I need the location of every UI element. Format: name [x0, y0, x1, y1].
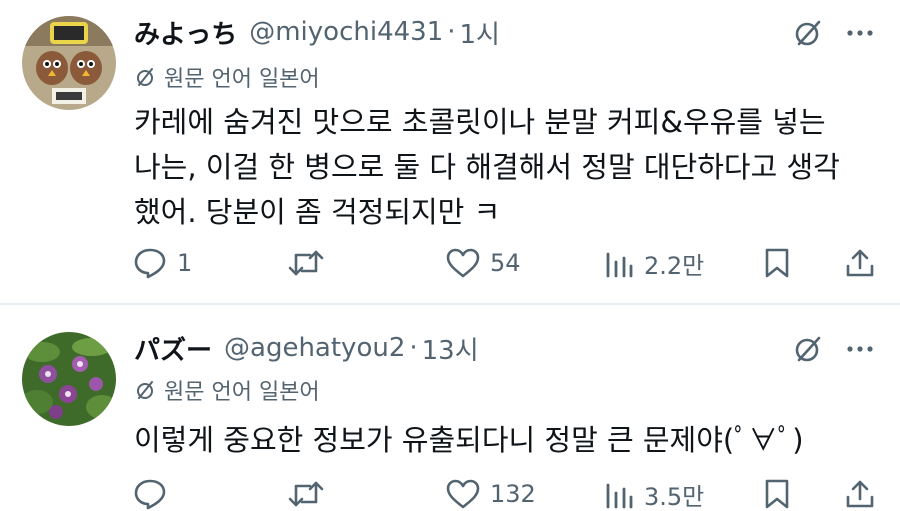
like-count: 54 [490, 249, 521, 277]
views-count: 3.5만 [644, 482, 705, 511]
like-count: 132 [490, 480, 536, 508]
reply-icon [134, 479, 166, 510]
reply-button[interactable]: 1 [133, 243, 192, 283]
post-header: パズー @agehatyou2 · 13시 [134, 328, 479, 368]
like-icon [446, 479, 480, 509]
views-button[interactable]: 2.2만 [604, 243, 704, 283]
more-button[interactable] [840, 15, 880, 51]
post-text-line: 이렇게 중요한 정보가 유출되다니 정말 큰 문제야(ﾟ∀ﾟ) [134, 423, 804, 457]
bookmark-icon [765, 479, 789, 509]
action-bar: 132 3.5만 [0, 474, 900, 511]
more-icon [847, 346, 873, 352]
share-button[interactable] [845, 243, 875, 283]
display-name[interactable]: みよっち [134, 14, 237, 51]
share-icon [846, 249, 874, 277]
reply-count: 1 [177, 249, 193, 277]
bookmark-icon [765, 248, 789, 278]
avatar[interactable] [22, 332, 116, 426]
post[interactable]: みよっち @miyochi4431 · 1시 원문 언어 일본어 카레에 숨겨진… [0, 0, 900, 302]
views-count: 2.2만 [644, 251, 705, 280]
post[interactable]: パズー @agehatyou2 · 13시 원문 언어 일본어 이렇게 중요한 … [0, 306, 900, 511]
translation-notice[interactable]: 원문 언어 일본어 [134, 373, 320, 407]
grok-button[interactable] [790, 331, 826, 367]
divider [0, 303, 900, 305]
more-icon [847, 30, 873, 36]
views-button[interactable]: 3.5만 [604, 474, 704, 511]
post-text-line: 카레에 숨겨진 맛으로 초콜릿이나 분말 커피&우유를 넣는 [134, 105, 826, 139]
avatar[interactable] [22, 16, 116, 110]
post-time[interactable]: 13시 [422, 330, 479, 367]
views-icon [606, 483, 633, 509]
translation-label: 원문 언어 일본어 [164, 380, 320, 405]
post-time[interactable]: 1시 [460, 14, 500, 51]
separator: · [447, 17, 456, 47]
post-text: 카레에 숨겨진 맛으로 초콜릿이나 분말 커피&우유를 넣는 나는, 이걸 한 … [134, 100, 874, 235]
user-handle[interactable]: @agehatyou2 [224, 333, 405, 363]
like-icon [446, 248, 480, 278]
share-button[interactable] [845, 474, 875, 511]
translate-icon [137, 68, 153, 86]
user-handle[interactable]: @miyochi4431 [249, 17, 443, 47]
grok-button[interactable] [790, 15, 826, 51]
bookmark-button[interactable] [762, 474, 792, 511]
translate-icon [137, 381, 153, 399]
translation-notice[interactable]: 원문 언어 일본어 [134, 60, 320, 94]
reply-icon [134, 248, 166, 279]
retweet-button[interactable] [288, 243, 334, 283]
translation-label: 원문 언어 일본어 [164, 67, 320, 92]
like-button[interactable]: 132 [446, 474, 536, 511]
more-button[interactable] [840, 331, 880, 367]
retweet-icon [288, 250, 324, 276]
display-name[interactable]: パズー [134, 330, 212, 367]
like-button[interactable]: 54 [446, 243, 521, 283]
grok-icon [795, 20, 821, 46]
grok-icon [795, 336, 821, 362]
action-bar: 1 54 2.2만 [0, 243, 900, 283]
share-icon [846, 480, 874, 508]
post-text-line: 했어. 당분이 좀 걱정되지만 ㅋ [134, 195, 501, 229]
bookmark-button[interactable] [762, 243, 792, 283]
retweet-button[interactable] [288, 474, 334, 511]
post-header: みよっち @miyochi4431 · 1시 [134, 12, 500, 52]
post-text-line: 나는, 이걸 한 병으로 둘 다 해결해서 정말 대단하다고 생각 [134, 150, 840, 184]
post-text: 이렇게 중요한 정보가 유출되다니 정말 큰 문제야(ﾟ∀ﾟ) [134, 418, 874, 463]
reply-button[interactable] [133, 474, 177, 511]
separator: · [409, 333, 418, 363]
retweet-icon [288, 481, 324, 507]
views-icon [606, 252, 633, 278]
